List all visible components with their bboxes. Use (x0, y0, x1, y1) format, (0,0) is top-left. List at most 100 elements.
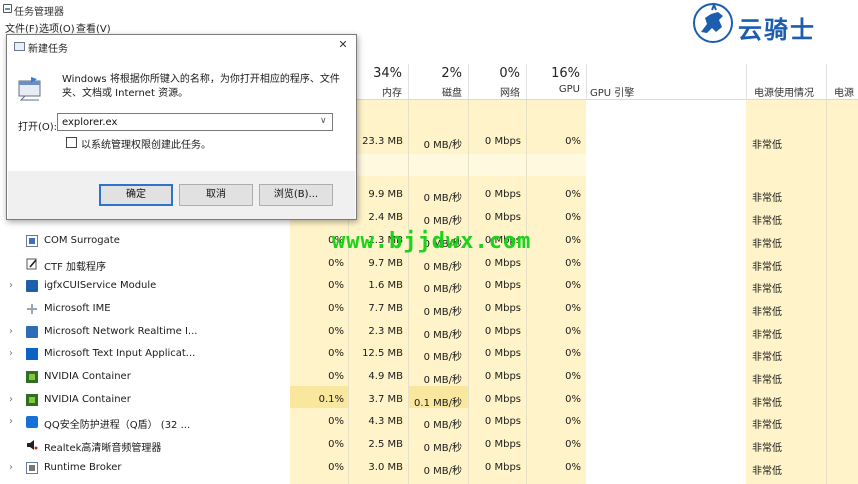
cpu-cell: 0.1% (318, 394, 344, 405)
header-divider (826, 64, 827, 100)
browse-button[interactable]: 浏览(B)... (259, 184, 333, 206)
ctf-loader-icon (26, 258, 37, 270)
process-name: COM Surrogate (44, 235, 120, 246)
table-row[interactable]: › NVIDIA Container 0.1% 3.7 MB 0.1 MB/秒 … (0, 389, 858, 412)
process-name: Microsoft IME (44, 303, 111, 314)
table-row[interactable]: Realtek高清晰音频管理器 0% 2.5 MB 0 MB/秒 0 Mbps … (0, 434, 858, 457)
disk-cell: 0 MB/秒 (423, 262, 462, 273)
expand-chevron-icon[interactable]: › (9, 416, 13, 427)
column-network[interactable]: 0% 网络 (468, 64, 526, 100)
power-trend-label: 电源 (834, 88, 854, 99)
power-cell: 非常低 (752, 140, 782, 151)
header-divider (746, 64, 747, 100)
nvidia-icon (26, 394, 38, 406)
column-memory[interactable]: 34% 内存 (348, 64, 408, 100)
process-name: Runtime Broker (44, 462, 122, 473)
expand-chevron-icon[interactable]: › (9, 462, 13, 473)
memory-cell: 12.5 MB (362, 348, 403, 359)
ok-button[interactable]: 确定 (99, 184, 173, 206)
text-input-icon (26, 348, 38, 360)
table-row[interactable]: › igfxCUIService Module 0% 1.6 MB 0 MB/秒… (0, 275, 858, 298)
menu-view[interactable]: 查看(V) (76, 20, 111, 35)
gpu-cell: 0% (565, 258, 581, 269)
gpu-cell: 0% (565, 394, 581, 405)
gpu-cell: 0% (565, 371, 581, 382)
cpu-cell: 0% (328, 326, 344, 337)
disk-cell: 0 MB/秒 (423, 420, 462, 431)
column-disk[interactable]: 2% 磁盘 (408, 64, 468, 100)
open-input[interactable] (57, 113, 333, 131)
run-program-icon (18, 77, 41, 101)
power-cell: 非常低 (752, 330, 782, 341)
cpu-cell: 0% (328, 439, 344, 450)
process-name: NVIDIA Container (44, 394, 131, 405)
expand-chevron-icon[interactable]: › (9, 326, 13, 337)
gpu-engine-label: GPU 引擎 (590, 88, 635, 99)
admin-checkbox[interactable] (66, 137, 77, 148)
expand-chevron-icon[interactable]: › (9, 394, 13, 405)
table-row[interactable]: Microsoft IME 0% 7.7 MB 0 MB/秒 0 Mbps 0%… (0, 298, 858, 321)
gpu-cell: 0% (565, 136, 581, 147)
power-cell: 非常低 (752, 239, 782, 250)
column-power-trend[interactable]: 电源 (828, 64, 858, 100)
logo-text: 云骑士 (738, 16, 816, 44)
table-row[interactable]: NVIDIA Container 0% 4.9 MB 0 MB/秒 0 Mbps… (0, 366, 858, 389)
expand-chevron-icon[interactable]: › (9, 348, 13, 359)
nvidia-icon (26, 371, 38, 383)
memory-cell: 4.3 MB (368, 416, 403, 427)
network-cell: 0 Mbps (484, 439, 521, 450)
network-label: 网络 (500, 88, 520, 99)
gpu-cell: 0% (565, 439, 581, 450)
table-row[interactable]: › Microsoft Network Realtime I... 0% 2.3… (0, 321, 858, 344)
new-task-dialog: 新建任务 ✕ Windows 将根据你所键入的名称，为你打开相应的程序、文件夹、… (6, 34, 357, 220)
window-title: 任务管理器 (14, 7, 64, 18)
menu-file[interactable]: 文件(F) (5, 20, 39, 35)
power-cell: 非常低 (752, 193, 782, 204)
gpu-cell: 0% (565, 280, 581, 291)
ime-icon (27, 304, 37, 314)
column-gpu-engine[interactable]: GPU 引擎 (586, 64, 746, 100)
dialog-description: Windows 将根据你所键入的名称，为你打开相应的程序、文件夹、文档或 Int… (62, 74, 340, 99)
power-cell: 非常低 (752, 307, 782, 318)
brand-logo: 云骑士 (692, 2, 842, 44)
chevron-down-icon[interactable]: ∨ (320, 116, 327, 126)
network-cell: 0 Mbps (484, 462, 521, 473)
process-name: Microsoft Text Input Applicat... (44, 348, 196, 359)
menu-options[interactable]: 选项(O) (39, 20, 75, 35)
power-cell: 非常低 (752, 420, 782, 431)
column-gpu[interactable]: 16% GPU (526, 64, 586, 100)
cpu-cell: 0% (328, 258, 344, 269)
memory-cell: 2.3 MB (368, 326, 403, 337)
table-row[interactable]: › Microsoft Text Input Applicat... 0% 12… (0, 343, 858, 366)
header-divider (526, 64, 527, 100)
process-name: Realtek高清晰音频管理器 (44, 443, 162, 454)
memory-cell: 7.7 MB (368, 303, 403, 314)
network-cell: 0 Mbps (484, 303, 521, 314)
network-cell: 0 Mbps (484, 258, 521, 269)
gpu-cell: 0% (565, 212, 581, 223)
table-row[interactable]: › Runtime Broker 0% 3.0 MB 0 MB/秒 0 Mbps… (0, 457, 858, 480)
cpu-cell: 0% (328, 462, 344, 473)
disk-cell: 0 MB/秒 (423, 443, 462, 454)
gpu-percent: 16% (551, 66, 580, 81)
memory-cell: 9.7 MB (368, 258, 403, 269)
open-label: 打开(O): (18, 122, 58, 133)
close-icon[interactable]: ✕ (336, 38, 350, 52)
disk-cell: 0 MB/秒 (423, 375, 462, 386)
expand-chevron-icon[interactable]: › (9, 280, 13, 291)
process-name: igfxCUIService Module (44, 280, 157, 291)
table-row[interactable]: › QQ安全防护进程（Q盾） (32 ... 0% 4.3 MB 0 MB/秒 … (0, 411, 858, 434)
memory-cell: 2.5 MB (368, 439, 403, 450)
cancel-button[interactable]: 取消 (179, 184, 253, 206)
header-divider (408, 64, 409, 100)
network-cell: 0 Mbps (484, 136, 521, 147)
gpu-cell: 0% (565, 189, 581, 200)
power-cell: 非常低 (752, 375, 782, 386)
table-row[interactable]: CTF 加载程序 0% 9.7 MB 0 MB/秒 0 Mbps 0% 非常低 (0, 253, 858, 276)
cpu-cell: 0% (328, 303, 344, 314)
network-cell: 0 Mbps (484, 212, 521, 223)
column-power[interactable]: 电源使用情况 (748, 64, 826, 100)
network-realtime-icon (26, 326, 38, 338)
disk-percent: 2% (441, 66, 462, 81)
header-divider (468, 64, 469, 100)
